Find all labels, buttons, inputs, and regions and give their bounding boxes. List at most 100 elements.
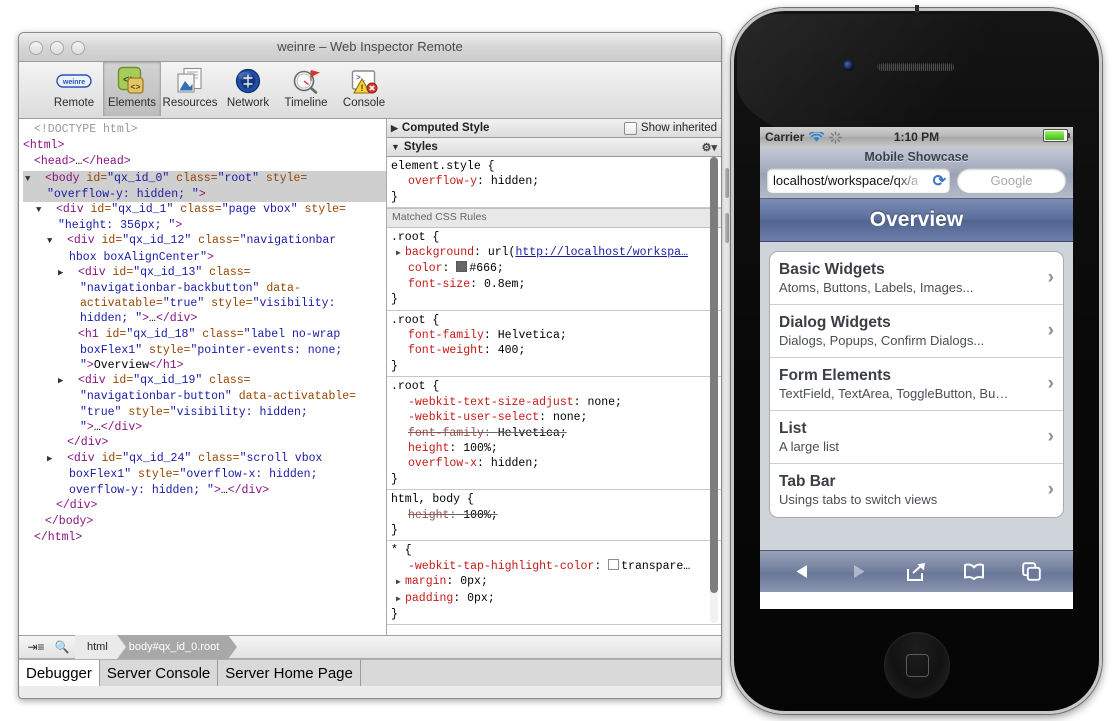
twisty-expanded-icon[interactable]: ▼ xyxy=(47,203,56,218)
css-declaration[interactable]: ▶background: url(http://localhost/worksp… xyxy=(391,245,721,261)
color-swatch-transparent[interactable] xyxy=(608,559,619,570)
toolbar-item-timeline[interactable]: Timeline xyxy=(277,62,335,116)
css-selector[interactable]: html, body { xyxy=(391,492,721,507)
toolbar-item-elements[interactable]: <> <> Elements xyxy=(103,62,161,116)
twisty-collapsed-icon[interactable]: ▶ xyxy=(69,374,78,389)
bookmarks-icon[interactable] xyxy=(963,563,985,580)
twisty-expanded-icon[interactable]: ▼ xyxy=(58,234,67,249)
list-item[interactable]: Basic WidgetsAtoms, Buttons, Labels, Ima… xyxy=(770,252,1063,305)
dom-tree-pane[interactable]: <!DOCTYPE html>▼<html>▶<head>…</head>▼<b… xyxy=(19,119,387,635)
back-arrow-icon[interactable] xyxy=(793,562,812,581)
app-list[interactable]: Basic WidgetsAtoms, Buttons, Labels, Ima… xyxy=(769,251,1064,518)
volume-up-button[interactable] xyxy=(725,168,729,198)
css-selector[interactable]: .root { xyxy=(391,379,721,394)
dom-node[interactable]: <h1 id="qx_id_18" class="label no-wrap b… xyxy=(23,327,386,374)
computed-style-header[interactable]: ▶ Computed Style Show inherited xyxy=(387,119,721,138)
css-selector[interactable]: element.style { xyxy=(391,159,721,174)
css-rule[interactable]: * {-webkit-tap-highlight-color: transpar… xyxy=(387,541,721,625)
twisty-collapsed-icon[interactable]: ▶ xyxy=(69,266,78,281)
breadcrumb-item-html[interactable]: html xyxy=(75,635,117,659)
list-item[interactable]: Dialog WidgetsDialogs, Popups, Confirm D… xyxy=(770,305,1063,358)
css-declaration[interactable]: font-family: Helvetica; xyxy=(391,328,721,343)
list-item[interactable]: Form ElementsTextField, TextArea, Toggle… xyxy=(770,358,1063,411)
css-declaration[interactable]: -webkit-tap-highlight-color: transpare… xyxy=(391,559,721,574)
list-item[interactable]: ListA large list› xyxy=(770,411,1063,464)
css-rule[interactable]: .root {font-family: Helvetica;font-weigh… xyxy=(387,311,721,378)
zoom-button[interactable] xyxy=(71,41,85,55)
twisty-expanded-icon[interactable]: ▼ xyxy=(36,172,45,187)
minimize-button[interactable] xyxy=(50,41,64,55)
reload-icon[interactable]: ⟳ xyxy=(930,171,946,191)
dock-panel-icon[interactable]: ⇥≡ xyxy=(23,640,49,654)
volume-down-button[interactable] xyxy=(725,213,729,243)
dom-node[interactable]: ▼<body id="qx_id_0" class="root" style= … xyxy=(23,171,386,202)
css-declaration[interactable]: font-weight: 400; xyxy=(391,343,721,358)
dom-node[interactable]: ▶<div id="qx_id_13" class= "navigationba… xyxy=(23,265,386,327)
breadcrumb-item-body[interactable]: body#qx_id_0.root xyxy=(117,635,229,659)
share-icon[interactable] xyxy=(905,562,926,582)
search-icon[interactable]: 🔍 xyxy=(49,640,75,654)
tab-debugger[interactable]: Debugger xyxy=(19,660,100,686)
home-button[interactable] xyxy=(884,632,950,698)
twisty-collapsed-icon[interactable]: ▶ xyxy=(58,452,67,467)
list-item[interactable]: Tab BarUsings tabs to switch views› xyxy=(770,464,1063,517)
toolbar-item-network[interactable]: Network xyxy=(219,62,277,116)
tabs-icon[interactable] xyxy=(1022,562,1041,581)
expand-arrow-icon[interactable]: ▶ xyxy=(396,592,405,607)
css-rule[interactable]: .root {-webkit-text-size-adjust: none;-w… xyxy=(387,377,721,490)
dom-node[interactable]: </html> xyxy=(23,530,386,546)
css-declaration[interactable]: -webkit-user-select: none; xyxy=(391,410,721,425)
toolbar-item-resources[interactable]: Resources xyxy=(161,62,219,116)
show-inherited-checkbox[interactable] xyxy=(624,122,637,135)
dom-node[interactable]: ▶<div id="qx_id_19" class= "navigationba… xyxy=(23,373,386,435)
dom-node[interactable]: </div> xyxy=(23,435,386,451)
css-rule[interactable]: element.style {overflow-y: hidden;} xyxy=(387,157,721,208)
css-declaration[interactable]: height: 100%; xyxy=(391,508,721,523)
dom-tree[interactable]: <!DOCTYPE html>▼<html>▶<head>…</head>▼<b… xyxy=(19,119,386,546)
css-url-link[interactable]: http://localhost/workspa… xyxy=(515,246,688,259)
css-property: overflow-x xyxy=(408,457,477,470)
dom-node[interactable]: ▶<div id="qx_id_24" class="scroll vbox b… xyxy=(23,451,386,498)
css-selector[interactable]: .root { xyxy=(391,230,721,245)
expand-arrow-icon[interactable]: ▶ xyxy=(396,575,405,590)
search-input[interactable]: Google xyxy=(957,168,1066,193)
dom-node[interactable]: ▼<div id="qx_id_1" class="page vbox" sty… xyxy=(23,202,386,233)
twisty-collapsed-icon[interactable]: ▶ xyxy=(25,155,34,170)
css-rules-list[interactable]: element.style {overflow-y: hidden;}Match… xyxy=(387,157,721,635)
css-selector[interactable]: * { xyxy=(391,543,721,558)
dom-node[interactable]: </div> xyxy=(23,498,386,514)
css-selector[interactable]: .root { xyxy=(391,313,721,328)
css-declaration[interactable]: ▶margin: 0px; xyxy=(391,574,721,590)
dom-node[interactable]: ▶<head>…</head> xyxy=(23,154,386,170)
styles-scrollbar[interactable] xyxy=(710,157,718,623)
css-declaration[interactable]: font-size: 0.8em; xyxy=(391,277,721,292)
css-declaration[interactable]: -webkit-text-size-adjust: none; xyxy=(391,395,721,410)
toolbar-item-console[interactable]: >_ ! Console xyxy=(335,62,393,116)
tab-server-console[interactable]: Server Console xyxy=(100,660,218,686)
dom-node[interactable]: </body> xyxy=(23,514,386,530)
css-declaration[interactable]: ▶padding: 0px; xyxy=(391,591,721,607)
styles-header[interactable]: ▼ Styles ⚙▾ xyxy=(387,138,721,157)
toolbar-item-remote[interactable]: weinre Remote xyxy=(45,62,103,116)
css-declaration[interactable]: overflow-y: hidden; xyxy=(391,174,721,189)
dom-node[interactable]: ▼<div id="qx_id_12" class="navigationbar… xyxy=(23,233,386,264)
url-input[interactable]: localhost/workspace/qx/a ⟳ xyxy=(767,168,950,193)
close-button[interactable] xyxy=(29,41,43,55)
css-declaration[interactable]: color: #666; xyxy=(391,261,721,276)
dom-token: class= xyxy=(180,203,221,216)
css-rule[interactable]: .root {▶background: url(http://localhost… xyxy=(387,228,721,311)
color-swatch[interactable] xyxy=(456,261,467,272)
gear-icon[interactable]: ⚙▾ xyxy=(702,141,717,154)
app-list-area[interactable]: Basic WidgetsAtoms, Buttons, Labels, Ima… xyxy=(760,242,1073,550)
css-declaration[interactable]: height: 100%; xyxy=(391,441,721,456)
forward-arrow-icon[interactable] xyxy=(849,562,868,581)
styles-scrollbar-thumb[interactable] xyxy=(710,157,718,593)
dom-node[interactable]: <!DOCTYPE html> xyxy=(23,122,386,138)
dom-node[interactable]: ▼<html> xyxy=(23,138,386,154)
show-inherited-toggle[interactable]: Show inherited xyxy=(624,122,717,135)
css-declaration[interactable]: font-family: Helvetica; xyxy=(391,426,721,441)
tab-server-home-page[interactable]: Server Home Page xyxy=(218,660,361,686)
css-declaration[interactable]: overflow-x: hidden; xyxy=(391,456,721,471)
expand-arrow-icon[interactable]: ▶ xyxy=(396,246,405,261)
css-rule[interactable]: html, body {height: 100%;} xyxy=(387,490,721,541)
